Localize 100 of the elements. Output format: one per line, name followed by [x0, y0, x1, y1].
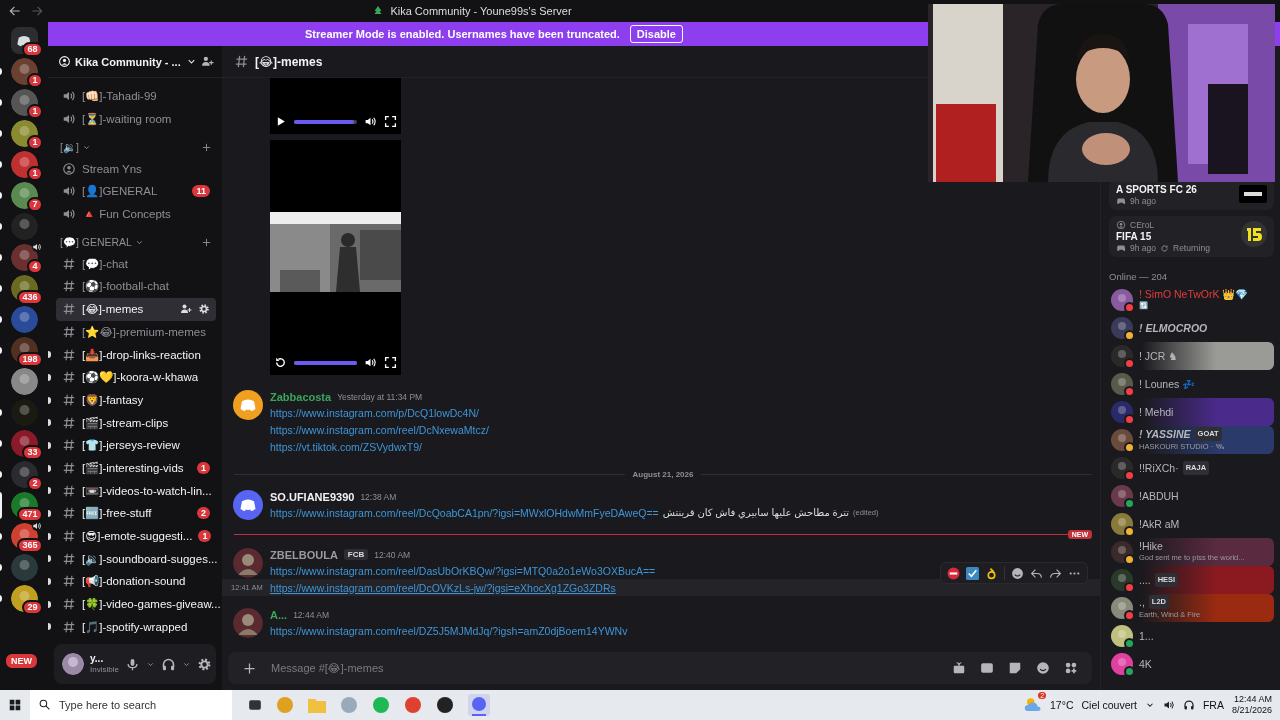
unread-badge: 2: [197, 507, 210, 520]
settings-icon[interactable]: [198, 303, 210, 316]
emoji-reaction-icon[interactable]: [985, 566, 998, 580]
channel-item[interactable]: [😎]-emote-suggesti... 1: [48, 524, 216, 548]
progress-bar[interactable]: [294, 360, 357, 365]
member-item[interactable]: ! Mehdi: [1109, 398, 1274, 426]
headset-icon[interactable]: [1182, 699, 1195, 711]
message-text: تترة مطاحش عليها سابيري فاش كان قرينتش: [662, 507, 850, 518]
message-link[interactable]: https://www.instagram.com/p/DcQ1lowDc4N/: [270, 406, 479, 419]
gift-icon[interactable]: [952, 661, 966, 675]
member-item[interactable]: 4K: [1109, 650, 1274, 678]
message-link[interactable]: https://vt.tiktok.com/ZSVydwxT9/: [270, 440, 422, 453]
channel-item[interactable]: [📢]-donation-sound: [48, 570, 216, 593]
member-name: 1...: [1139, 630, 1154, 642]
app-icon[interactable]: [436, 696, 454, 714]
channel-item[interactable]: [📼]-videos-to-watch-lin...: [48, 479, 216, 502]
window-title: Kika Community - Youne99s's Server: [390, 5, 572, 17]
server-icon[interactable]: [10, 120, 38, 147]
author-name[interactable]: Zabbacosta: [270, 390, 332, 403]
server-name[interactable]: Kika Community - ...: [75, 55, 182, 68]
server-icon[interactable]: [10, 368, 38, 395]
browser-icon[interactable]: [404, 696, 422, 714]
author-name[interactable]: SO.UFIANE9390: [270, 490, 355, 503]
channel-item[interactable]: [🎬]-stream-clips: [48, 411, 216, 434]
checkbox-icon[interactable]: [966, 566, 979, 580]
server-icon[interactable]: [10, 58, 38, 85]
server-icon[interactable]: [10, 182, 38, 209]
message-link[interactable]: https://www.instagram.com/reel/DZ5J5MJMdJq/?igsh=amZ0djBoem14YWNv: [270, 624, 628, 637]
channel-item[interactable]: [🦁]-fantasy: [48, 388, 216, 412]
apps-icon[interactable]: [1064, 661, 1078, 675]
no-entry-icon[interactable]: [947, 566, 960, 580]
server-icon[interactable]: [10, 89, 38, 116]
message-field[interactable]: Message #[😂]-memes: [271, 662, 938, 674]
game-cover-icon: [1239, 185, 1267, 203]
message-link[interactable]: https://www.instagram.com/reel/DcQoabCA1pn/?igsi=MWxlOHdwMmFyeDAweQ==: [270, 506, 659, 519]
disable-button[interactable]: Disable: [629, 25, 683, 43]
replay-icon[interactable]: [274, 356, 287, 369]
channel-item[interactable]: [👤]GENERAL 11: [48, 180, 216, 203]
taskbar-search-field[interactable]: Type here to search: [55, 690, 232, 720]
video-player[interactable]: [270, 140, 401, 375]
unread-badge: 33: [22, 445, 43, 460]
plus-icon[interactable]: [201, 141, 212, 153]
member-name: 4K: [1139, 658, 1152, 670]
progress-bar[interactable]: [294, 119, 354, 124]
author-name[interactable]: A...: [270, 608, 288, 621]
channel-item[interactable]: [⭐😂]-premium-memes: [48, 320, 216, 344]
channel-item[interactable]: [📥]-drop-links-reaction: [48, 343, 216, 366]
fullscreen-icon[interactable]: [384, 356, 397, 369]
channel-item[interactable]: [⏳]-waiting room: [48, 107, 216, 131]
activity-card[interactable]: CEroL FIFA 15 9h ago Returning: [1109, 216, 1274, 257]
headphones-icon[interactable]: [160, 656, 176, 672]
member-item[interactable]: !AkR aM: [1109, 510, 1274, 538]
settings-icon[interactable]: [196, 656, 212, 672]
channel-item[interactable]: [⚽💛]-koora-w-khawa: [48, 365, 216, 389]
volume-icon[interactable]: [364, 115, 377, 128]
channel-item[interactable]: [🎬]-interesting-vids 1: [48, 456, 216, 480]
channel-item[interactable]: [👕]-jerseys-review: [48, 433, 216, 457]
user-avatar[interactable]: [62, 653, 84, 675]
member-item[interactable]: ! Lounes 💤: [1109, 370, 1274, 398]
channel-item[interactable]: [👊🏻]-Tahadi-99: [48, 85, 216, 108]
volume-icon[interactable]: [1162, 699, 1175, 711]
fullscreen-icon[interactable]: [384, 115, 397, 128]
language-indicator[interactable]: FRA: [1202, 699, 1224, 711]
gamepad-icon: [1116, 243, 1126, 253]
channel-item[interactable]: [🆓]-free-stuff 2: [48, 502, 216, 525]
user-avatar[interactable]: [233, 490, 263, 520]
server-icon[interactable]: [10, 151, 38, 178]
back-arrow-icon[interactable]: [8, 4, 22, 18]
sticker-icon[interactable]: [1008, 661, 1022, 675]
member-item[interactable]: ! JCR ♞: [1109, 342, 1274, 370]
emoji-icon[interactable]: [1036, 661, 1050, 675]
channel-item[interactable]: [💬]-chat: [48, 252, 216, 276]
invite-icon[interactable]: [180, 303, 192, 316]
activity-card[interactable]: A SPORTS FC 26 9h ago: [1109, 180, 1274, 210]
discord-app-icon[interactable]: [468, 694, 490, 716]
user-avatar[interactable]: [233, 390, 263, 420]
add-reaction-icon[interactable]: [1011, 566, 1024, 580]
weather-icon: [1024, 696, 1043, 714]
channel-item[interactable]: [⚽]-football-chat: [48, 275, 216, 298]
channel-item[interactable]: Stream Yns: [48, 157, 216, 181]
author-name[interactable]: ZBELBOULA: [270, 548, 338, 561]
member-item[interactable]: 1...: [1109, 622, 1274, 650]
start-icon[interactable]: [8, 698, 22, 712]
message-link[interactable]: https://www.instagram.com/reel/DasUbOrKBQw/?igsi=MTQ0a2o1eWo3OXBucA==: [270, 564, 656, 577]
channel-item[interactable]: 🔺 Fun Concepts: [48, 202, 216, 226]
plus-icon[interactable]: [201, 236, 212, 248]
category-title[interactable]: [🔉]: [60, 140, 79, 154]
member-avatar: [1111, 457, 1133, 479]
channel-item[interactable]: [😂]-memes: [56, 297, 216, 321]
channel-item[interactable]: [🔉]-soundboard-sugges...: [48, 547, 216, 571]
category-title[interactable]: [💬] GENERAL: [60, 235, 132, 249]
message-composer[interactable]: Message #[😂]-memes: [228, 652, 1092, 684]
add-user-icon[interactable]: [201, 55, 214, 68]
volume-icon[interactable]: [364, 356, 377, 369]
member-item[interactable]: !ABDUH: [1109, 482, 1274, 510]
member-item[interactable]: ! ELMOCROO: [1109, 314, 1274, 342]
channel-item[interactable]: [🎵]-spotify-wrapped: [48, 615, 216, 638]
message-link[interactable]: https://www.instagram.com/reel/DcOVKzLs-jw/?igsi=eXhocXg1ZGo3ZDRs: [270, 581, 616, 594]
server-icon[interactable]: [10, 461, 38, 488]
message-link[interactable]: https://www.instagram.com/reel/DcNxewaMtcz/: [270, 423, 489, 436]
